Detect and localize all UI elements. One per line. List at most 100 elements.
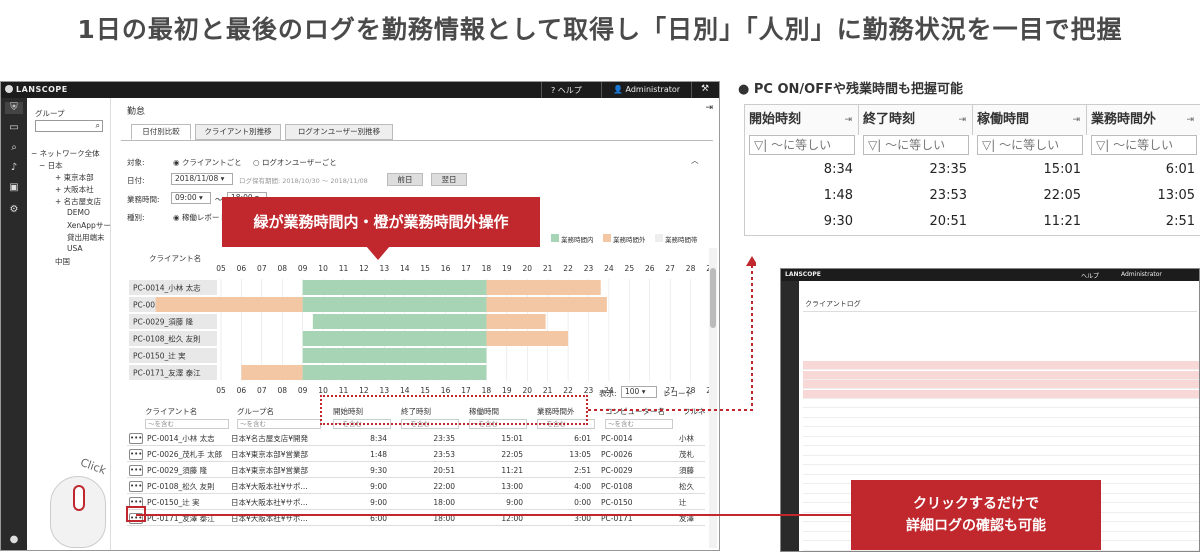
table-cell: 23:53 [433,450,455,459]
hours-from-field[interactable]: 09:00 ▾ [171,192,211,204]
gear-icon[interactable]: ⚙ [8,204,20,216]
summary-filter-input[interactable]: ▽| ～に等しい [1091,135,1197,155]
user-menu[interactable]: 👤 Administrator [613,85,680,94]
tab-logon-user-trend[interactable]: ログオンユーザー別推移 [285,124,393,140]
top-bar: LANSCOPE ? ヘルプ 👤 Administrator ⚒ [1,82,719,98]
mini-log-row [803,389,1199,399]
summary-cell: 9:30 [823,214,853,229]
date-field[interactable]: 2018/11/08 ▾ [171,173,233,185]
tree-item-xenapp[interactable]: XenAppサー. [67,220,113,231]
summary-header-1[interactable]: 終了時刻 ⇥ [859,105,973,135]
tree-item-osaka[interactable]: + 大阪本社 [55,184,94,195]
table-cell: 松久 [679,482,694,491]
tools-icon[interactable]: ⚒ [701,84,709,94]
summary-filter-input[interactable]: ▽| ～に等しい [977,135,1083,155]
column-resize-icon[interactable]: ⇥ [1072,105,1080,135]
detail-button[interactable]: ••• [129,449,143,460]
table-cell: PC-0029_須藤 隆 [147,466,208,475]
client-label[interactable]: PC-0171_友澤 泰江 [133,368,201,378]
client-label[interactable]: PC-0029_須藤 隆 [133,317,194,327]
callout-pointer [366,246,390,260]
table-row[interactable]: ••• PC-0026_茂札手 太郎 日本¥東京本部¥営業部 1:48 23:53 22:… [127,447,705,462]
summary-filter-input[interactable]: ▽| ～に等しい [863,135,969,155]
table-row[interactable]: ••• PC-0029_須藤 隆 日本¥東京本部¥営業部 9:30 20:51 11:21… [127,463,705,478]
hour-tick-label: 07 [257,264,267,273]
detail-button[interactable]: ••• [129,481,143,492]
next-day-button[interactable]: 翌日 [431,173,467,186]
column-filter-input[interactable]: ～を含む [237,419,321,429]
hour-tick-label: 18 [482,264,492,273]
tree-item-japan[interactable]: − 日本 [39,160,63,171]
hour-tick-label: 15 [420,386,430,395]
tree-item-network[interactable]: − ネットワーク全体 [31,148,100,159]
search-icon[interactable]: ⌕ [96,121,100,131]
table-cell: 13:05 [569,450,591,459]
table-header-0[interactable]: クライアント名 [145,405,197,419]
bar-outside-hours [486,314,546,329]
hour-tick-label: 17 [461,264,471,273]
export-icon[interactable]: ⇥ [705,103,713,113]
icon-sidebar: ⛨ ▭ ⌕ ♪ ▣ ⚙ ● [1,98,27,550]
table-cell: 22:00 [433,482,455,491]
hour-tick-label: 22 [563,264,573,273]
detail-button[interactable]: ••• [129,433,143,444]
detail-button[interactable]: ••• [129,465,143,476]
tree-item-china[interactable]: 中国 [55,256,70,267]
prev-day-button[interactable]: 前日 [387,173,423,186]
collapse-icon[interactable]: ︿ [691,155,699,166]
table-row[interactable]: ••• PC-0014_小林 太志 日本¥名古屋支店¥開発 8:34 23:35 15:0… [127,431,705,446]
table-cell: 日本¥大阪本社¥サポ... [231,482,308,491]
legend-inside-swatch [551,234,559,242]
column-filter-input[interactable]: ～を含む [145,419,229,429]
summary-cell: 23:53 [929,188,967,203]
client-label[interactable]: PC-0014_小林 太志 [133,283,201,293]
radio-uptime-report[interactable]: ◉ 稼働レポート [173,212,227,223]
table-row[interactable]: ••• PC-0150_辻 実日本¥大阪本社¥サポ... 9:00 18:00 9:00… [127,495,705,510]
info-icon[interactable]: ● [8,534,20,546]
summary-header-3[interactable]: 業務時間外 ⇥ [1087,105,1200,135]
tree-item-demo[interactable]: DEMO [67,208,90,217]
search-icon[interactable]: ⌕ [8,142,20,154]
type-label: 種別: [127,213,145,222]
column-filter-input[interactable]: ～を含む [605,419,673,429]
mini-log-row [803,399,1199,408]
hour-tick-label: 19 [502,386,512,395]
tree-item-usa[interactable]: USA [67,244,83,253]
shield-icon[interactable]: ⛨ [5,102,23,114]
group-search-input[interactable]: ⌕ [35,120,103,132]
table-cell: 22:05 [501,450,523,459]
help-link[interactable]: ? ヘルプ [551,85,582,96]
monitor-icon[interactable]: ▭ [8,122,20,134]
table-cell: 9:00 [506,498,523,507]
radio-per-client[interactable]: ◉ クライアントごと [173,157,242,168]
radio-per-logon-user[interactable]: ○ ログオンユーザーごと [253,157,337,168]
hour-tick-label: 15 [420,264,430,273]
tree-item-rental[interactable]: 貸出用端末 [67,232,105,243]
table-header-1[interactable]: グループ名 [237,405,274,419]
client-label[interactable]: PC-0108_松久 友則 [133,334,201,344]
summary-filter-input[interactable]: ▽| ～に等しい [749,135,855,155]
summary-header-0[interactable]: 開始時刻 ⇥ [745,105,859,135]
summary-cell: 2:51 [1165,214,1195,229]
tree-item-nagoya[interactable]: + 名古屋支店 [55,196,101,207]
bell-icon[interactable]: ♪ [8,162,20,174]
hour-tick-label: 21 [543,264,553,273]
client-label[interactable]: PC-0150_辻 実 [133,351,186,361]
hour-tick-label: 16 [441,264,451,273]
report-icon[interactable]: ▣ [8,182,20,194]
hour-tick-label: 17 [461,386,471,395]
tab-client-trend[interactable]: クライアント別推移 [195,124,281,140]
bar-inside-hours [312,314,487,329]
table-cell: 9:00 [370,482,387,491]
mini-help: ヘルプ [1081,273,1100,280]
mini-title: クライアントログ [805,300,861,308]
summary-header-2[interactable]: 稼働時間 ⇥ [973,105,1087,135]
column-resize-icon[interactable]: ⇥ [1186,105,1194,135]
table-row[interactable]: ••• PC-0108_松久 友則 日本¥大阪本社¥サポ... 9:00 22:00 13… [127,479,705,494]
tree-item-tokyo[interactable]: + 東京本部 [55,172,94,183]
column-resize-icon[interactable]: ⇥ [844,105,852,135]
column-resize-icon[interactable]: ⇥ [958,105,966,135]
bar-outside-hours [486,331,569,346]
tab-date-compare[interactable]: 日付別比較 [131,124,191,140]
summary-cell: 22:05 [1043,188,1081,203]
